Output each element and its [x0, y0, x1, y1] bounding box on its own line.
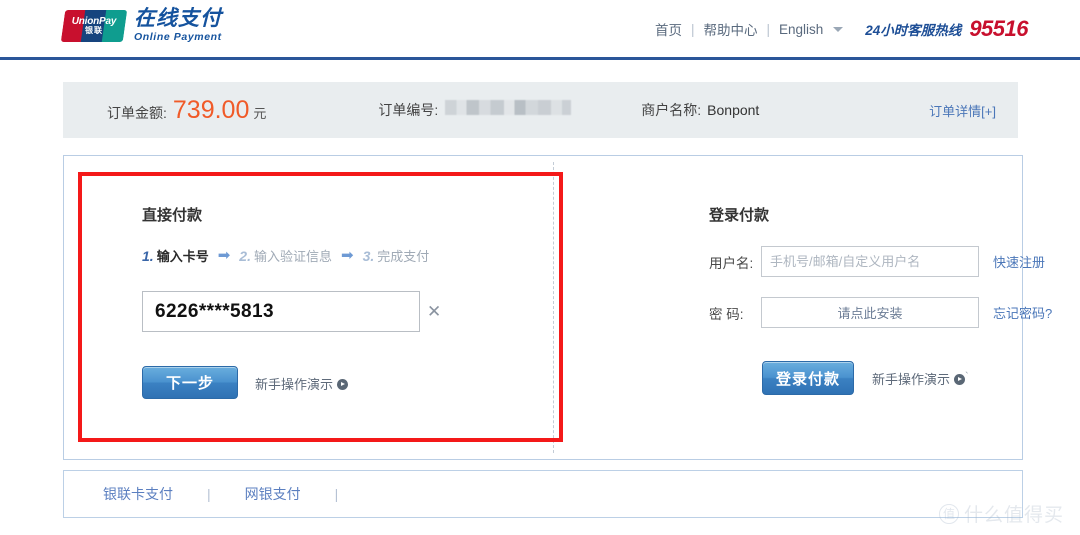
nav-language-selector[interactable]: English: [779, 22, 823, 37]
username-input[interactable]: [761, 246, 979, 277]
nav-separator-2: |: [766, 21, 770, 37]
order-amount-value: 739.00: [172, 95, 250, 124]
direct-pay-title: 直接付款: [142, 207, 203, 224]
merchant-value: Bonpont: [707, 102, 760, 118]
order-summary-bar: 订单金额: 739.00 元 订单编号: 商户名称: Bonpont 订单详情[…: [63, 82, 1018, 138]
logo-card-line2: 银联: [85, 25, 103, 35]
order-amount-unit: 元: [253, 105, 267, 121]
tab-separator-2: |: [334, 486, 339, 502]
step-1-number: 1.: [142, 248, 154, 264]
step-3: 3. 完成支付: [363, 246, 430, 265]
page-header: UnionPay 银联 在线支付 Online Payment 首页 | 帮助中…: [0, 0, 1080, 57]
unionpay-card-icon: UnionPay 银联: [60, 9, 128, 42]
logo-card-line1: UnionPay: [71, 15, 117, 27]
logo-card-text: UnionPay 银联: [63, 10, 125, 42]
order-detail-toggle[interactable]: 订单详情[+]: [929, 101, 996, 120]
cursor-artifact-icon: `: [965, 371, 969, 383]
nav-separator-1: |: [690, 21, 695, 37]
hotline-label: 24小时客服热线: [865, 23, 962, 38]
quick-register-link[interactable]: 快速注册: [993, 252, 1045, 271]
step-2: 2. 输入验证信息: [239, 246, 332, 265]
hotline-number: 95516: [969, 16, 1028, 41]
order-amount-label: 订单金额:: [107, 104, 167, 121]
step-3-label: 完成支付: [377, 249, 430, 264]
tab-unionpay-card[interactable]: 银联卡支付: [101, 484, 175, 504]
payment-panel: 直接付款 1. 输入卡号 ➡ 2. 输入验证信息 ➡ 3. 完成支付 6226*…: [63, 155, 1052, 460]
order-number-redacted: [445, 100, 572, 115]
header-blue-rule: [0, 57, 1080, 60]
step-1: 1. 输入卡号: [142, 246, 209, 265]
direct-pay-demo-label: 新手操作演示: [255, 377, 334, 392]
nav-home-link[interactable]: 首页: [655, 19, 682, 39]
order-number-label: 订单编号:: [378, 102, 439, 118]
card-number-field-wrap[interactable]: ✕: [142, 291, 441, 332]
password-row: 密 码: 请点此安装 忘记密码?: [709, 297, 1052, 328]
username-row: 用户名: 快速注册: [709, 246, 1045, 277]
payment-method-tabs: 银联卡支付 | 网银支付 |: [63, 470, 1023, 518]
logo-title-block: 在线支付 Online Payment: [134, 8, 222, 43]
merchant-label: 商户名称:: [641, 102, 702, 118]
password-control-placeholder[interactable]: 请点此安装: [761, 297, 979, 328]
step-arrow-icon-2: ➡: [340, 247, 354, 264]
username-label: 用户名:: [709, 255, 754, 271]
password-label: 密 码:: [709, 306, 744, 322]
play-icon[interactable]: [337, 379, 349, 390]
chevron-down-icon[interactable]: [833, 26, 844, 32]
order-number-group: 订单编号:: [378, 100, 572, 120]
step-3-number: 3.: [362, 248, 375, 264]
login-pay-demo-link[interactable]: 新手操作演示 `: [872, 369, 969, 388]
login-pay-title: 登录付款: [709, 207, 770, 224]
step-1-label: 输入卡号: [156, 249, 209, 264]
login-pay-demo-label: 新手操作演示: [872, 372, 951, 387]
direct-pay-demo-link[interactable]: 新手操作演示: [255, 374, 349, 393]
logo-title-en: Online Payment: [134, 31, 222, 43]
install-control-link[interactable]: 请点此安装: [837, 303, 902, 322]
top-navigation: 首页 | 帮助中心 | English 24小时客服热线 95516: [655, 16, 1029, 42]
unionpay-logo[interactable]: UnionPay 银联 在线支付 Online Payment: [60, 8, 222, 43]
step-2-label: 输入验证信息: [253, 249, 332, 264]
tab-separator-1: |: [207, 486, 211, 502]
step-2-number: 2.: [239, 248, 251, 264]
card-number-input[interactable]: [143, 292, 427, 331]
login-pay-button[interactable]: 登录付款: [762, 361, 854, 395]
next-step-button[interactable]: 下一步: [142, 366, 238, 399]
nav-help-center-link[interactable]: 帮助中心: [703, 19, 757, 39]
clear-icon[interactable]: ✕: [427, 292, 441, 331]
tab-online-banking[interactable]: 网银支付: [243, 484, 303, 504]
logo-title-cn: 在线支付: [134, 7, 222, 30]
order-amount-group: 订单金额: 739.00 元: [107, 96, 266, 125]
forgot-password-link[interactable]: 忘记密码?: [993, 303, 1052, 322]
panel-divider: [553, 162, 554, 453]
merchant-group: 商户名称: Bonpont: [641, 100, 759, 120]
play-icon[interactable]: [954, 374, 966, 385]
step-arrow-icon-1: ➡: [217, 247, 231, 264]
direct-pay-steps: 1. 输入卡号 ➡ 2. 输入验证信息 ➡ 3. 完成支付: [142, 246, 429, 265]
